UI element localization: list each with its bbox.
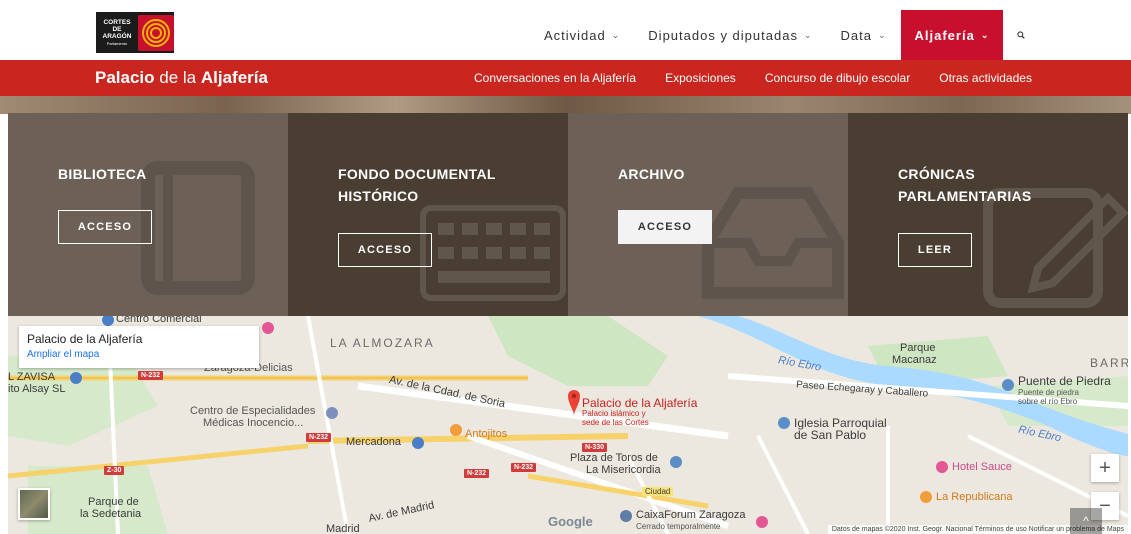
google-map[interactable]: Centro Comercial LA ALMOZARA Zaragoza-De… xyxy=(8,316,1128,534)
poi-hotel-icon[interactable] xyxy=(936,461,948,473)
panel-cronicas: CRÓNICAS PARLAMENTARIAS LEER xyxy=(848,113,1128,316)
nav-label: Actividad xyxy=(544,27,606,43)
panel-fondo-documental: FONDO DOCUMENTAL HISTÓRICO ACCESO xyxy=(288,113,568,316)
subnav-conversaciones[interactable]: Conversaciones en la Aljafería xyxy=(474,71,636,85)
nav-aljaferia[interactable]: Aljafería ⌄ xyxy=(900,10,1004,60)
nav-actividad[interactable]: Actividad ⌄ xyxy=(530,10,634,60)
satellite-toggle-button[interactable] xyxy=(18,488,50,520)
map-label: Hotel Sauce xyxy=(952,461,1012,473)
panel-title: ARCHIVO xyxy=(618,166,685,182)
road-shield: Z-30 xyxy=(104,466,125,475)
chevron-down-icon: ⌄ xyxy=(877,29,887,40)
map-label: de San Pablo xyxy=(794,428,867,442)
map-label: Puente de Piedra xyxy=(1018,374,1111,388)
section-title[interactable]: Palacio de la Aljafería xyxy=(95,68,268,88)
subnav-concurso[interactable]: Concurso de dibujo escolar xyxy=(765,71,910,85)
map-label: Centro de Especialidades xyxy=(190,405,316,417)
logo-emblem-icon xyxy=(138,14,174,51)
map-label: ito Alsay SL xyxy=(8,383,66,395)
nav-label: Data xyxy=(840,27,872,43)
map-label: la Sedetania xyxy=(80,508,142,520)
chevron-down-icon: ⌄ xyxy=(803,29,813,40)
poi-food-icon[interactable] xyxy=(450,424,462,436)
map-label: Cerrado temporalmente xyxy=(636,522,721,531)
fondo-documental-acceso-button[interactable]: ACCESO xyxy=(338,233,432,267)
resource-panels: BIBLIOTECA ACCESO FONDO DOCUMENTAL HISTÓR… xyxy=(8,113,1128,316)
poi-pink-icon[interactable] xyxy=(262,322,274,334)
marker-subtitle: sede de las Cortes xyxy=(582,418,649,427)
cortes-aragon-logo[interactable]: CORTES DE ARAGÓN Parlamento xyxy=(96,12,174,53)
section-links: Conversaciones en la Aljafería Exposicio… xyxy=(474,71,1061,85)
map-card-title: Palacio de la Aljafería xyxy=(27,332,143,346)
chevron-down-icon: ⌄ xyxy=(980,29,990,40)
road-label: Madrid xyxy=(326,523,360,534)
map-label: Parque xyxy=(900,342,936,354)
page: CORTES DE ARAGÓN Parlamento Actividad ⌄ D… xyxy=(0,0,1131,534)
tray-icon xyxy=(702,187,844,299)
map-label: Mercadona xyxy=(346,436,402,448)
nav-label: Diputados y diputadas xyxy=(648,27,798,43)
poi-restaurant-icon[interactable] xyxy=(920,491,932,503)
poi-landmark-icon[interactable] xyxy=(670,456,682,468)
cronicas-leer-button[interactable]: LEER xyxy=(898,233,972,267)
subnav-otras-actividades[interactable]: Otras actividades xyxy=(939,71,1032,85)
poi-blue-icon[interactable] xyxy=(70,372,82,384)
logo-text: CORTES DE ARAGÓN Parlamento xyxy=(102,18,132,46)
road-shield: N-232 xyxy=(138,371,164,380)
zoom-in-button[interactable]: + xyxy=(1091,454,1119,482)
map-label: Plaza de Toros de xyxy=(570,452,658,464)
map-label: sobre el río Ebro xyxy=(1018,397,1078,406)
map-label: BARR xyxy=(1090,356,1128,370)
road-shield: N-232 xyxy=(306,433,332,442)
google-logo: Google xyxy=(548,514,593,529)
biblioteca-acceso-button[interactable]: ACCESO xyxy=(58,210,152,244)
map-label: CaixaForum Zaragoza xyxy=(636,509,746,521)
panel-title: CRÓNICAS PARLAMENTARIAS xyxy=(898,166,1032,204)
road-shield: N-232 xyxy=(511,463,537,472)
map-label: Puente de piedra xyxy=(1018,388,1079,397)
map-info-card: Palacio de la Aljafería Ampliar el mapa xyxy=(19,326,259,368)
marker-subtitle: Palacio islámico y xyxy=(582,409,646,418)
section-subbar: Palacio de la Aljafería Conversaciones e… xyxy=(0,60,1131,96)
map-label: Médicas Inocencio... xyxy=(203,417,304,429)
nav-diputados[interactable]: Diputados y diputadas ⌄ xyxy=(634,10,826,60)
map-label: Antojitos xyxy=(465,428,508,440)
map-label: L ZAVISA xyxy=(8,371,56,383)
expand-map-link[interactable]: Ampliar el mapa xyxy=(27,349,251,360)
poi-shop-icon[interactable] xyxy=(412,437,424,449)
road-shield: N-330 xyxy=(582,443,608,452)
panel-title: FONDO DOCUMENTAL HISTÓRICO xyxy=(338,166,496,204)
poi-church-icon[interactable] xyxy=(778,417,790,429)
road-shield: N-232 xyxy=(464,469,490,478)
top-navigation-bar: CORTES DE ARAGÓN Parlamento Actividad ⌄ D… xyxy=(0,0,1131,60)
hero-image-strip xyxy=(0,96,1131,114)
search-button[interactable] xyxy=(1003,10,1039,60)
marker-title[interactable]: Palacio de la Aljafería xyxy=(582,396,697,410)
chevron-down-icon: ⌄ xyxy=(611,29,621,40)
panel-title: BIBLIOTECA xyxy=(58,166,147,182)
search-icon xyxy=(1017,31,1026,39)
poi-museum-icon[interactable] xyxy=(620,510,632,522)
map-label: Macanaz xyxy=(892,354,937,366)
poi-bridge-icon[interactable] xyxy=(1002,379,1014,391)
main-nav: Actividad ⌄ Diputados y diputadas ⌄ Data ⌄ … xyxy=(530,10,1039,60)
map-label: LA ALMOZARA xyxy=(330,336,435,350)
road-label: Ciudad xyxy=(642,487,674,496)
poi-medical-icon[interactable] xyxy=(326,407,338,419)
nav-data[interactable]: Data ⌄ xyxy=(827,10,901,60)
map-label: Parque de xyxy=(88,496,139,508)
archivo-acceso-button[interactable]: ACCESO xyxy=(618,210,712,244)
panel-biblioteca: BIBLIOTECA ACCESO xyxy=(8,113,288,316)
subnav-exposiciones[interactable]: Exposiciones xyxy=(665,71,736,85)
map-label: La Republicana xyxy=(936,491,1013,503)
poi-hotel-icon[interactable] xyxy=(756,516,768,528)
nav-label: Aljafería xyxy=(914,27,975,43)
book-icon xyxy=(141,161,255,295)
scroll-to-top-button[interactable]: ^ xyxy=(1070,508,1102,534)
panel-archivo: ARCHIVO ACCESO xyxy=(568,113,848,316)
map-label: La Misericordia xyxy=(586,464,661,476)
map-label: Centro Comercial xyxy=(116,316,202,325)
